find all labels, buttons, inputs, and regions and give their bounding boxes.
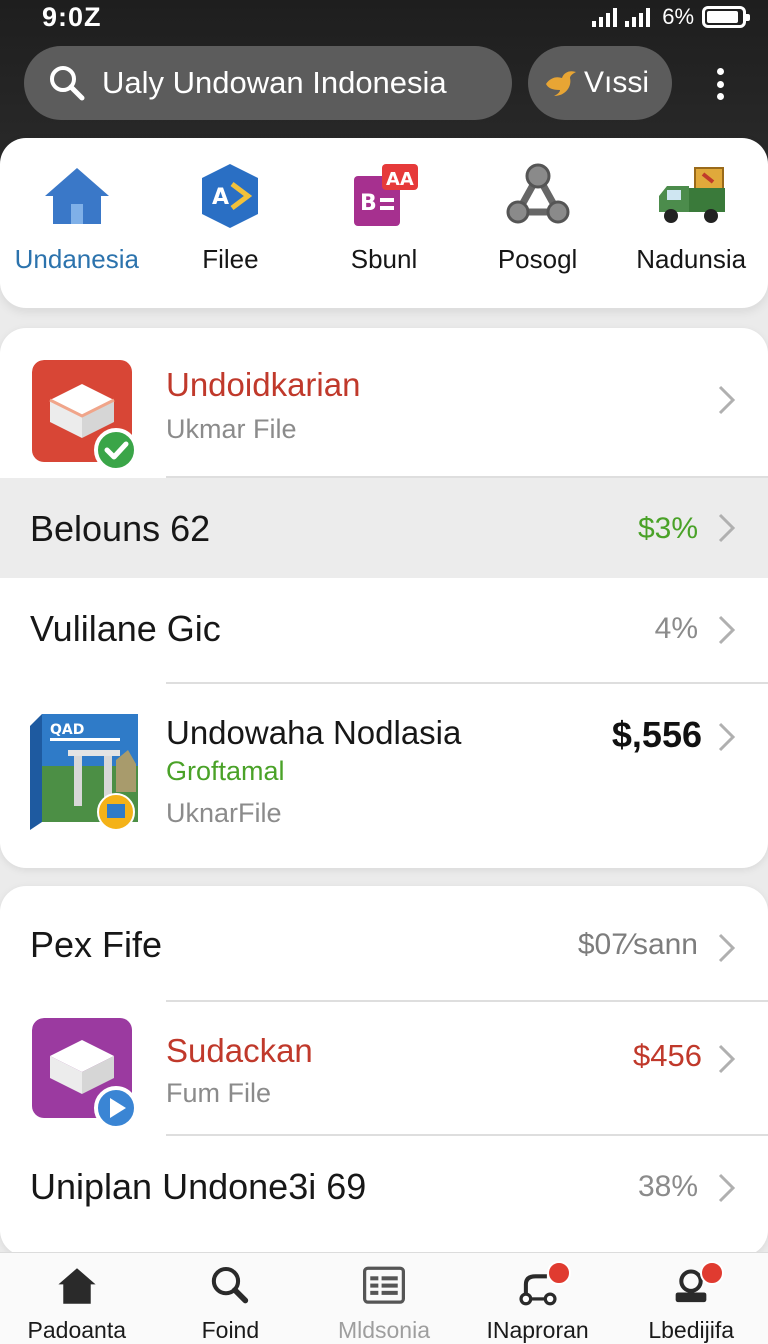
product-row-undowaha[interactable]: QAD Undowaha Nodlasia Groftamal UknarFil… [0, 684, 768, 868]
home-icon [58, 1268, 96, 1304]
app-row-sudackan[interactable]: Sudackan Fum File $456 [0, 1002, 768, 1134]
software-box-icon: QAD [30, 714, 138, 831]
row-uniplan[interactable]: Uniplan Undone3i 69 38% [0, 1136, 768, 1240]
search-text: Ualy Undowan Indonesia [102, 65, 447, 100]
product-tag: Groftamal [166, 756, 285, 786]
category-sbunl[interactable]: B AA Sbunl [307, 138, 461, 308]
category-label: Sbunl [350, 244, 418, 274]
battery-percent: 6% [662, 4, 694, 29]
category-filee[interactable]: A Filee [154, 138, 308, 308]
nav-item-padoanta[interactable]: Padoanta [0, 1253, 154, 1344]
svg-text:AA: AA [386, 169, 414, 190]
list-icon [362, 1266, 405, 1304]
red-box-icon [32, 360, 138, 472]
purple-box-icon [32, 1018, 138, 1130]
search-icon [212, 1267, 249, 1304]
row-label: Pex Fife [30, 924, 163, 965]
category-posogl[interactable]: Posogl [461, 138, 615, 308]
svg-text:A: A [212, 185, 229, 210]
row-label: Vulilane Gic [30, 608, 221, 649]
status-bar: 9:0Z 6% [0, 0, 768, 36]
nav-label: Padoanta [27, 1317, 127, 1343]
share-node-icon [506, 163, 570, 224]
row-pex-fife[interactable]: Pex Fife $07∕sann [0, 886, 768, 1000]
nav-item-mldsonia[interactable]: Mldsonia [307, 1253, 461, 1344]
search-icon [50, 66, 85, 101]
app-title: Undoidkarian [166, 366, 361, 403]
nav-label: Lbedijifa [648, 1317, 735, 1343]
nav-item-inaproran[interactable]: INaproran [461, 1253, 615, 1344]
chevron-right-icon [718, 615, 736, 645]
chevron-right-icon [718, 933, 736, 963]
bird-button-label: Vıssi [584, 66, 650, 99]
truck-icon [659, 167, 726, 223]
product-title: Undowaha Nodlasia [166, 714, 462, 751]
row-vulilane[interactable]: Vulilane Gic 4% [0, 578, 768, 682]
row-value: 38% [637, 1170, 698, 1203]
list-card-secondary: Pex Fife $07∕sann Sudackan Fum File $456… [0, 886, 768, 1256]
chevron-right-icon [718, 722, 736, 752]
product-price: $,556 [611, 714, 702, 755]
row-label: Belouns 62 [30, 508, 211, 549]
chevron-right-icon [718, 1044, 736, 1074]
category-label: Filee [202, 244, 259, 274]
app-title: Sudackan [166, 1032, 313, 1069]
list-card-primary: Undoidkarian Ukmar File Belouns 62 $3% V… [0, 328, 768, 868]
bottom-navigation: Padoanta Foind Mldsonia INaproran Lbedij… [0, 1252, 768, 1344]
app-subtitle: Ukmar File [166, 414, 297, 444]
app-row-undoidkarian[interactable]: Undoidkarian Ukmar File [0, 328, 768, 478]
box-label: QAD [50, 722, 84, 738]
chevron-right-icon [718, 1173, 736, 1203]
row-belouns[interactable]: Belouns 62 $3% [0, 478, 768, 578]
home-icon [44, 168, 109, 224]
category-undanesia[interactable]: Undanesia [0, 138, 154, 308]
more-options-icon[interactable] [706, 62, 734, 106]
row-label: Uniplan Undone3i 69 [30, 1166, 367, 1207]
category-label: Posogl [497, 244, 578, 274]
nav-label: Mldsonia [337, 1317, 430, 1343]
svg-text:B: B [360, 191, 377, 216]
chevron-right-icon [718, 513, 736, 543]
app-subtitle: Fum File [166, 1078, 272, 1108]
category-strip: Undanesia A Filee B AA Sbunl Posogl Nadu… [0, 138, 768, 308]
nav-label: INaproran [486, 1317, 589, 1343]
chevron-right-icon [718, 385, 736, 415]
bird-icon [546, 71, 576, 96]
app-price: $456 [633, 1038, 702, 1073]
notification-badge [546, 1261, 571, 1285]
bird-button[interactable]: Vıssi [528, 46, 672, 120]
product-subtitle: UknarFile [166, 798, 282, 828]
file-app-icon: A [202, 164, 259, 228]
status-time: 9:0Z [42, 2, 102, 32]
status-indicators: 6% [592, 4, 750, 30]
notification-badge [700, 1261, 725, 1285]
nav-label: Foind [201, 1317, 260, 1343]
nav-item-foind[interactable]: Foind [154, 1253, 308, 1344]
wifi-signal-icon [625, 7, 651, 27]
row-value: 4% [654, 612, 698, 645]
search-bar[interactable]: Ualy Undowan Indonesia [24, 46, 512, 120]
battery-icon [702, 6, 750, 28]
cell-signal-icon [592, 7, 618, 27]
nav-item-lbedijifa[interactable]: Lbedijifa [614, 1253, 768, 1344]
category-label: Nadunsia [636, 244, 747, 274]
category-label: Undanesia [14, 244, 139, 274]
row-value: $07∕sann [577, 928, 698, 961]
row-value: $3% [637, 512, 698, 545]
category-nadunsia[interactable]: Nadunsia [614, 138, 768, 308]
document-app-icon: B AA [353, 164, 418, 226]
